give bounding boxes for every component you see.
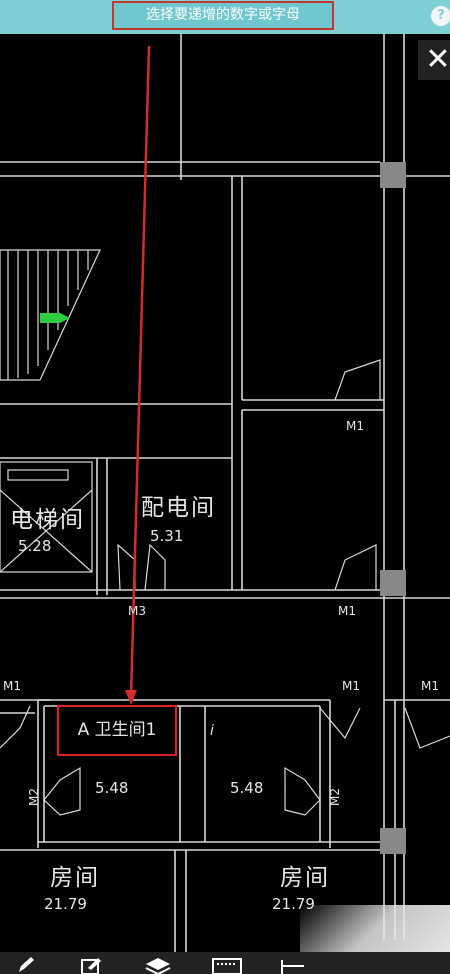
close-icon[interactable]: ✕ <box>418 40 450 80</box>
door-label-m3: M3 <box>128 604 146 618</box>
door-label-m2: M2 <box>328 788 342 806</box>
edit-box-icon[interactable] <box>80 956 104 974</box>
room-area-elevator: 5.28 <box>18 537 52 555</box>
door-label-m1: M1 <box>421 679 439 693</box>
room-name-room2: 房间 <box>280 865 330 891</box>
layers-icon[interactable] <box>145 956 171 974</box>
room-name-room1: 房间 <box>50 865 100 891</box>
pointer-arrowhead <box>125 690 137 705</box>
measure-icon[interactable] <box>280 956 306 974</box>
room-name-electric: 配电间 <box>141 495 216 521</box>
column <box>380 570 406 596</box>
pointer-line <box>129 45 151 698</box>
door-label-m2: M2 <box>27 788 41 806</box>
room-area-room1: 21.79 <box>44 895 87 913</box>
room-area-electric: 5.31 <box>150 527 184 545</box>
top-bar: 选择要递增的数字或字母 ? <box>0 0 450 34</box>
arrow-marker <box>40 313 70 323</box>
help-icon[interactable]: ? <box>431 6 450 26</box>
pencil-icon[interactable] <box>16 956 36 974</box>
keyboard-icon[interactable] <box>212 956 242 974</box>
room-name-elevator: 电梯间 <box>10 507 85 533</box>
prompt-banner: 选择要递增的数字或字母 <box>112 1 334 30</box>
selected-text-label[interactable]: A 卫生间1 <box>57 705 177 756</box>
door-label-m1: M1 <box>3 679 21 693</box>
text-cursor-glyph: i <box>210 723 214 739</box>
column <box>380 162 406 188</box>
room-area-bath2: 5.48 <box>230 779 264 797</box>
room-area-bath1: 5.48 <box>95 779 129 797</box>
door-label-m1: M1 <box>338 604 356 618</box>
door-label-m1: M1 <box>342 679 360 693</box>
column <box>380 828 406 854</box>
door-label-m1: M1 <box>346 419 364 433</box>
cad-viewer: 选择要递增的数字或字母 ? 电梯间 5.28 配电间 5.31 5.48 5.4… <box>0 0 450 974</box>
bottom-toolbar <box>0 952 450 974</box>
